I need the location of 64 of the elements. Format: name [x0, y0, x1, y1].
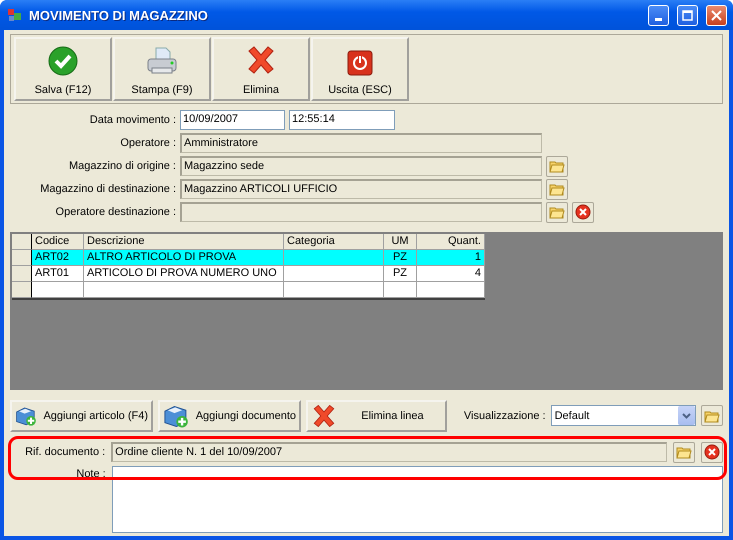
corner-cell — [12, 234, 32, 250]
column-header[interactable]: Descrizione — [84, 234, 284, 250]
clear-icon — [704, 444, 720, 460]
table-cell: 4 — [417, 266, 485, 282]
field-label: Operatore : — [119, 137, 176, 149]
column-header[interactable]: Codice — [32, 234, 84, 250]
browse-button[interactable] — [546, 156, 568, 176]
row-selector[interactable] — [12, 282, 32, 298]
close-button[interactable] — [706, 4, 727, 26]
power-icon — [347, 50, 373, 76]
time-field[interactable]: 12:55:14 — [289, 110, 395, 130]
table-cell: ART02 — [32, 250, 84, 266]
boxes-icon — [7, 7, 23, 23]
folder-icon — [549, 182, 565, 196]
delete-icon — [311, 402, 337, 428]
table-cell: 1 — [417, 250, 485, 266]
toolbar-button[interactable]: Elimina — [212, 37, 310, 101]
browse-button[interactable] — [701, 405, 724, 426]
toolbar-button[interactable]: Stampa (F9) — [113, 37, 211, 101]
table-cell: ARTICOLO DI PROVA NUMERO UNO — [84, 266, 284, 282]
folder-icon — [549, 159, 565, 173]
toolbar-button[interactable]: Salva (F12) — [14, 37, 112, 101]
printer-icon — [146, 46, 178, 76]
window-title: MOVIMENTO DI MAGAZZINO — [29, 8, 209, 22]
field-label: Note : — [75, 467, 106, 482]
browse-button[interactable] — [673, 442, 696, 462]
field-label: Data movimento : — [88, 114, 176, 126]
action-button[interactable]: Aggiungi articolo (F4) — [10, 400, 153, 432]
minimize-button[interactable] — [648, 4, 669, 26]
date-field[interactable]: 10/09/2007 — [180, 110, 285, 130]
check-icon — [48, 46, 78, 76]
column-header[interactable]: Quant. — [417, 234, 485, 250]
folder-icon — [704, 408, 720, 422]
row-selector[interactable] — [12, 250, 32, 266]
action-button[interactable]: Aggiungi documento — [158, 400, 301, 432]
column-header[interactable]: UM — [384, 234, 417, 250]
maximize-button[interactable] — [677, 4, 698, 26]
table-cell: PZ — [384, 250, 417, 266]
view-label: Visualizzazione : — [464, 410, 546, 422]
close-icon — [711, 10, 722, 20]
field-label: Magazzino di destinazione : — [39, 183, 176, 195]
folder-icon — [676, 445, 692, 459]
field-label: Operatore destinazione : — [54, 206, 176, 218]
clear-button[interactable] — [701, 442, 724, 462]
table-cell: PZ — [384, 266, 417, 282]
notes-field[interactable] — [112, 466, 723, 533]
clear-button[interactable] — [572, 202, 594, 222]
readonly-field: Magazzino sede — [180, 156, 542, 176]
table-cell: ALTRO ARTICOLO DI PROVA — [84, 250, 284, 266]
readonly-field: Amministratore — [180, 133, 542, 153]
readonly-field: Ordine cliente N. 1 del 10/09/2007 — [111, 442, 668, 462]
toolbar-button[interactable]: Uscita (ESC) — [311, 37, 409, 101]
table-cell: ART01 — [32, 266, 84, 282]
clear-icon — [575, 204, 591, 220]
folder-icon — [549, 205, 565, 219]
field-label: Magazzino di origine : — [68, 160, 176, 172]
readonly-field: Magazzino ARTICOLI UFFICIO — [180, 179, 542, 199]
maximize-icon — [682, 10, 693, 20]
field-label: Rif. documento : — [24, 446, 106, 458]
row-selector[interactable] — [12, 266, 32, 282]
column-header[interactable]: Categoria — [284, 234, 384, 250]
view-select[interactable]: Default — [550, 405, 696, 426]
minimize-icon — [655, 18, 662, 20]
action-button[interactable]: Elimina linea — [306, 400, 447, 432]
